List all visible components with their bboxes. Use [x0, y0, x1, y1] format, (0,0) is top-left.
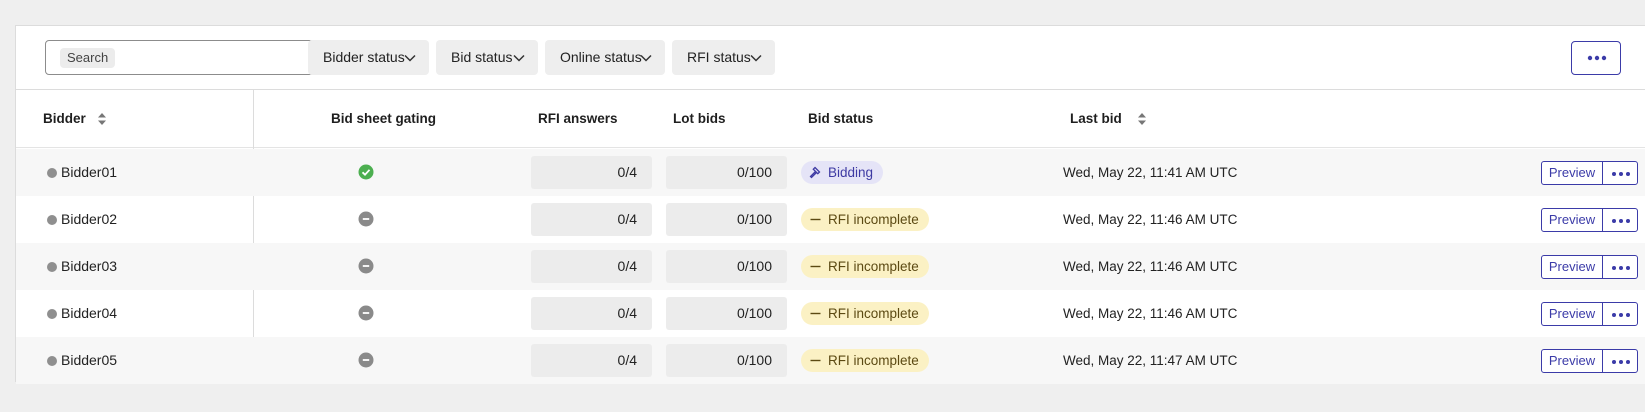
bidder-name[interactable]: Bidder05 — [61, 337, 117, 384]
lot-bids-value: 0/100 — [666, 156, 787, 189]
rfi-answers-value: 0/4 — [531, 203, 652, 236]
status-label: RFI incomplete — [828, 353, 919, 368]
rfi-answers-value: 0/4 — [531, 297, 652, 330]
last-bid-time: Wed, May 22, 11:46 AM UTC — [1063, 212, 1238, 227]
check-icon — [358, 164, 374, 180]
minus-icon — [810, 265, 821, 268]
filter-rfi-status[interactable]: RFI status — [672, 40, 775, 75]
status-badge: RFI incomplete — [801, 302, 929, 325]
minus-icon — [810, 359, 821, 362]
more-horizontal-icon — [1612, 172, 1630, 176]
last-bid-time: Wed, May 22, 11:46 AM UTC — [1063, 306, 1238, 321]
header-bid-status: Bid status — [808, 111, 874, 126]
chevron-down-icon — [404, 54, 416, 62]
row-more-button[interactable] — [1602, 161, 1638, 185]
filter-label: Bid status — [451, 49, 513, 65]
table-row[interactable]: Bidder04 0/4 0/100 RFI incomplete Wed, M… — [16, 290, 1645, 337]
rfi-answers-value: 0/4 — [531, 344, 652, 377]
filter-label: RFI status — [687, 49, 751, 65]
bidder-name[interactable]: Bidder02 — [61, 196, 117, 243]
status-label: RFI incomplete — [828, 259, 919, 274]
bidder-name[interactable]: Bidder03 — [61, 243, 117, 290]
header-bid-sheet-gating: Bid sheet gating — [331, 111, 437, 126]
lot-bids-value: 0/100 — [666, 203, 787, 236]
header-lot-bids: Lot bids — [673, 111, 726, 126]
more-horizontal-icon — [1612, 266, 1630, 270]
header-bidder[interactable]: Bidder — [43, 90, 86, 148]
more-horizontal-icon — [1612, 313, 1630, 317]
filter-online-status[interactable]: Online status — [545, 40, 665, 75]
header-rfi-answers: RFI answers — [538, 111, 618, 126]
filter-label: Online status — [560, 49, 642, 65]
status-label: Bidding — [828, 165, 874, 180]
online-status-dot — [47, 168, 57, 178]
status-badge: Bidding — [801, 161, 884, 184]
lot-bids-value: 0/100 — [666, 297, 787, 330]
more-horizontal-icon — [1612, 219, 1630, 223]
last-bid-time: Wed, May 22, 11:47 AM UTC — [1063, 353, 1238, 368]
preview-button[interactable]: Preview — [1541, 349, 1603, 373]
rfi-answers-value: 0/4 — [531, 156, 652, 189]
header-last-bid[interactable]: Last bid — [1070, 90, 1122, 148]
more-horizontal-icon — [1612, 360, 1630, 364]
online-status-dot — [47, 356, 57, 366]
lot-bids-value: 0/100 — [666, 344, 787, 377]
minus-icon — [358, 258, 374, 274]
chevron-down-icon — [513, 54, 525, 62]
search-placeholder: Search — [60, 48, 116, 68]
online-status-dot — [47, 262, 57, 272]
preview-button[interactable]: Preview — [1541, 302, 1603, 326]
status-badge: RFI incomplete — [801, 208, 929, 231]
sort-icon[interactable] — [97, 112, 107, 126]
filter-toolbar: Search Bidder status Bid status Online s… — [16, 26, 1645, 90]
chevron-down-icon — [750, 54, 762, 62]
row-more-button[interactable] — [1602, 208, 1638, 232]
filter-bid-status[interactable]: Bid status — [436, 40, 538, 75]
online-status-dot — [47, 309, 57, 319]
table-row[interactable]: Bidder02 0/4 0/100 RFI incomplete Wed, M… — [16, 196, 1645, 243]
preview-button[interactable]: Preview — [1541, 208, 1603, 232]
preview-button[interactable]: Preview — [1541, 255, 1603, 279]
table-row[interactable]: Bidder03 0/4 0/100 RFI incomplete Wed, M… — [16, 243, 1645, 290]
bidder-name[interactable]: Bidder04 — [61, 290, 117, 337]
status-badge: RFI incomplete — [801, 349, 929, 372]
table-row[interactable]: Bidder01 0/4 0/100 Bidding Wed, May 22, … — [16, 149, 1645, 196]
online-status-dot — [47, 215, 57, 225]
gavel-icon — [809, 166, 821, 179]
search-input[interactable]: Search — [45, 40, 314, 75]
more-options-button[interactable] — [1571, 41, 1621, 75]
row-more-button[interactable] — [1602, 302, 1638, 326]
filter-label: Bidder status — [323, 49, 405, 65]
minus-icon — [358, 305, 374, 321]
chevron-down-icon — [640, 54, 652, 62]
table-header: Bidder Bid sheet gating RFI answers Lot … — [16, 90, 1645, 148]
status-label: RFI incomplete — [828, 212, 919, 227]
last-bid-time: Wed, May 22, 11:46 AM UTC — [1063, 259, 1238, 274]
row-more-button[interactable] — [1602, 349, 1638, 373]
table-row[interactable]: Bidder05 0/4 0/100 RFI incomplete Wed, M… — [16, 337, 1645, 384]
sort-icon[interactable] — [1137, 112, 1147, 126]
minus-icon — [358, 352, 374, 368]
status-label: RFI incomplete — [828, 306, 919, 321]
minus-icon — [810, 218, 821, 221]
last-bid-time: Wed, May 22, 11:41 AM UTC — [1063, 165, 1238, 180]
minus-icon — [810, 312, 821, 315]
minus-icon — [358, 211, 374, 227]
lot-bids-value: 0/100 — [666, 250, 787, 283]
preview-button[interactable]: Preview — [1541, 161, 1603, 185]
rfi-answers-value: 0/4 — [531, 250, 652, 283]
status-badge: RFI incomplete — [801, 255, 929, 278]
filter-bidder-status[interactable]: Bidder status — [308, 40, 429, 75]
bidders-panel: Search Bidder status Bid status Online s… — [15, 25, 1645, 384]
bidder-name[interactable]: Bidder01 — [61, 149, 117, 196]
more-horizontal-icon — [1587, 55, 1607, 61]
row-more-button[interactable] — [1602, 255, 1638, 279]
